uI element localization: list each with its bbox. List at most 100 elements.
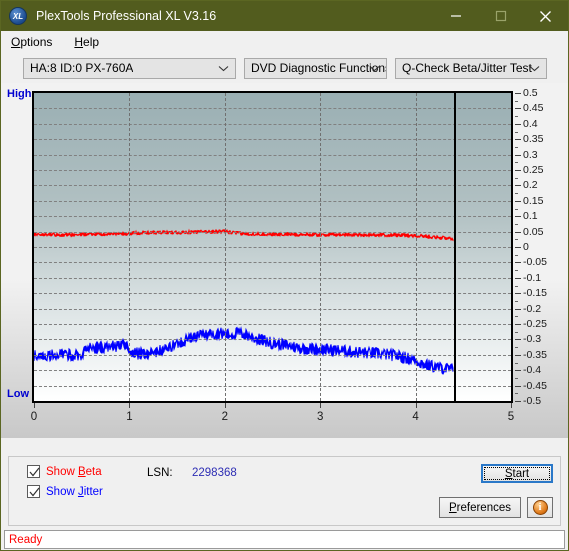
chart-y-tickmark xyxy=(515,370,521,372)
chart-y-tickmark xyxy=(515,308,521,310)
chart-y-tick-label: -0.05 xyxy=(523,256,547,269)
chart-y-tickmark xyxy=(515,277,521,279)
chevron-down-icon xyxy=(218,59,229,78)
chart-y-tick-label: -0.4 xyxy=(523,364,542,377)
app-logo-icon: XL xyxy=(9,7,27,25)
chart-x-tick-label: 3 xyxy=(316,411,324,423)
chart-y-minor-tick xyxy=(515,208,518,210)
chart-y-minor-tick xyxy=(515,239,518,241)
preferences-button[interactable]: Preferences xyxy=(439,497,521,518)
show-jitter-row[interactable]: Show Jitter xyxy=(27,485,103,498)
check-icon xyxy=(29,467,40,477)
chart-x-tickmark xyxy=(129,403,131,408)
chart-x-tick-label: 4 xyxy=(412,411,419,423)
show-jitter-checkbox[interactable] xyxy=(27,485,40,498)
chart-y-minor-tick xyxy=(515,316,518,318)
lsn-label: LSN: xyxy=(147,467,173,479)
chart-y-tickmark xyxy=(515,385,521,387)
chart-y-minor-tick xyxy=(515,331,518,333)
chart-y-tick-label: 0.2 xyxy=(523,179,538,192)
chart-y-tickmark xyxy=(515,401,521,402)
chart-y-tickmark xyxy=(515,139,521,141)
chart-low-label: Low xyxy=(7,388,29,400)
chart-high-label: High xyxy=(7,88,32,100)
chart-y-tickmark xyxy=(515,354,521,356)
chart-y-minor-tick xyxy=(515,377,518,379)
chart-y-tickmark xyxy=(515,324,521,325)
chart-y-tickmark xyxy=(515,185,521,187)
window-controls xyxy=(433,1,568,31)
menu-item-options[interactable]: Options xyxy=(9,34,54,50)
chart-y-minor-tick xyxy=(515,223,518,225)
chart-traces xyxy=(34,228,454,375)
maximize-icon[interactable] xyxy=(478,1,523,31)
chart-y-minor-tick xyxy=(515,146,518,148)
check-icon xyxy=(29,487,40,497)
chart-x-tick-label: 1 xyxy=(126,411,133,423)
show-beta-checkbox[interactable] xyxy=(27,465,40,478)
show-beta-row[interactable]: Show Beta xyxy=(27,465,102,478)
chart-y-tick-label: -0.35 xyxy=(523,348,547,361)
chart-y-minor-tick xyxy=(515,347,518,349)
chart-y-tick-label: 0.35 xyxy=(523,133,544,146)
show-jitter-label: Show Jitter xyxy=(46,485,103,498)
menu-item-help[interactable]: Help xyxy=(72,34,101,50)
chart-x-tick-label: 2 xyxy=(221,411,228,423)
chart-y-tickmark xyxy=(515,247,521,248)
chart-y-tick-label: -0.2 xyxy=(523,302,542,315)
chart-y-tick-label: -0.3 xyxy=(523,333,542,346)
test-select[interactable]: Q-Check Beta/Jitter Test xyxy=(395,57,547,79)
chart-y-minor-tick xyxy=(515,300,518,302)
chart-y-tick-label: -0.25 xyxy=(523,318,547,330)
chart-cursor-line[interactable] xyxy=(453,93,456,401)
chart-y-tick-label: 0 xyxy=(523,241,529,253)
chart-y-axis: 0.5 0.45 0.4 0.35 0.3 0.25 0.2 0.15 0.1 0.05 0 -0.0… xyxy=(515,87,565,407)
chart-y-minor-tick xyxy=(515,393,518,395)
minimize-icon[interactable] xyxy=(433,1,478,31)
chevron-down-icon xyxy=(369,59,380,78)
close-icon[interactable] xyxy=(523,1,568,31)
info-icon: i xyxy=(532,500,548,515)
chart-y-tick-label: -0.5 xyxy=(523,395,542,407)
chart-x-tickmark xyxy=(511,403,512,408)
window-title: PlexTools Professional XL V3.16 xyxy=(36,9,217,23)
info-button[interactable]: i xyxy=(527,497,553,518)
start-button[interactable]: Start xyxy=(481,464,553,483)
chart-x-tickmark xyxy=(34,403,35,408)
chart-y-minor-tick xyxy=(515,362,518,364)
plextools-window: XL PlexTools Professional XL V3.16 Optio… xyxy=(0,0,569,551)
controls-panel: Show Beta Show Jitter LSN: 2298368 Start… xyxy=(8,456,561,526)
test-select-value: Q-Check Beta/Jitter Test xyxy=(402,61,532,75)
chart-y-tickmark xyxy=(515,339,521,341)
chart-y-tickmark xyxy=(515,231,521,233)
chart-x-axis: 0 1 2 3 4 5 xyxy=(31,403,515,427)
function-select-value: DVD Diagnostic Functions xyxy=(251,61,386,75)
chart-y-minor-tick xyxy=(515,116,518,118)
chart-y-tickmark xyxy=(515,170,521,171)
menu-bar: Options Help xyxy=(1,31,568,53)
toolbar: HA:8 ID:0 PX-760A DVD Diagnostic Functio… xyxy=(1,53,568,83)
chart-y-tickmark xyxy=(515,216,521,218)
chart-series-jitter xyxy=(34,326,454,375)
show-beta-label: Show Beta xyxy=(46,465,102,478)
chart-y-tickmark xyxy=(515,262,521,264)
chart-y-tick-label: 0.05 xyxy=(523,225,544,238)
preferences-button-label: Preferences xyxy=(448,501,511,514)
title-bar: XL PlexTools Professional XL V3.16 xyxy=(1,1,568,31)
chart-plot-area[interactable] xyxy=(32,91,513,403)
drive-select[interactable]: HA:8 ID:0 PX-760A xyxy=(23,57,236,79)
chart-y-minor-tick xyxy=(515,162,518,164)
chart-y-tick-label: -0.1 xyxy=(523,271,542,284)
chart-y-minor-tick xyxy=(515,254,518,256)
chart-x-tickmark xyxy=(224,403,226,408)
status-text: Ready xyxy=(9,533,43,546)
chart-y-tick-label: 0.15 xyxy=(523,194,544,207)
chart-y-tickmark xyxy=(515,108,521,110)
chart-y-tick-label: 0.3 xyxy=(523,148,538,161)
chart-y-tickmark xyxy=(515,293,521,295)
chart-y-minor-tick xyxy=(515,177,518,179)
chart-y-tick-label: 0.5 xyxy=(523,87,538,99)
chevron-down-icon xyxy=(529,59,540,78)
function-select[interactable]: DVD Diagnostic Functions xyxy=(244,57,387,79)
chart-x-tick-label: 5 xyxy=(507,411,515,423)
